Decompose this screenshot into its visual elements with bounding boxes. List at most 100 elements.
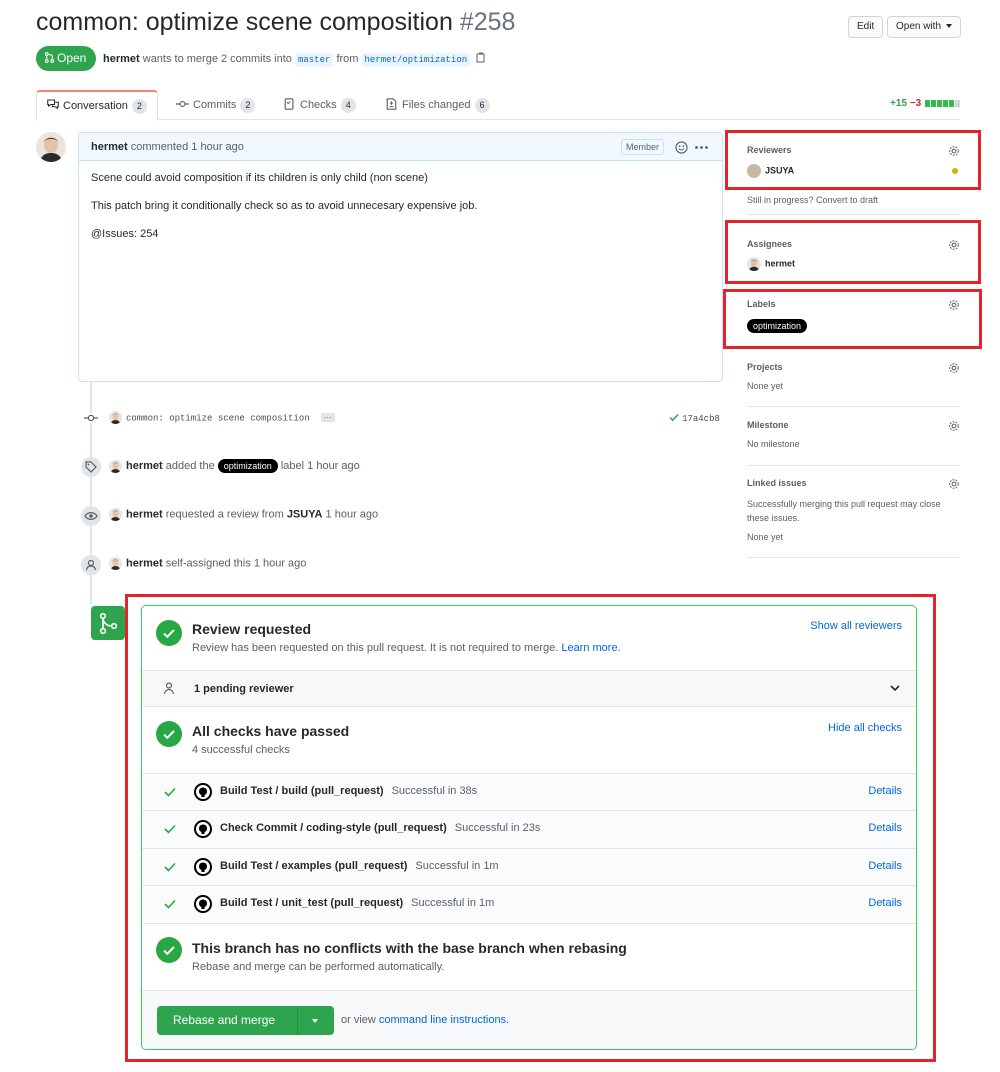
merge-button-group: Rebase and merge (157, 1006, 334, 1035)
review-requested-title: Review requested (192, 621, 312, 637)
comment-time[interactable]: 1 hour ago (191, 141, 244, 153)
pending-dot-icon (952, 168, 958, 174)
label-pill[interactable]: optimization (747, 319, 808, 333)
diffstat-block (943, 99, 948, 107)
gear-icon[interactable] (948, 420, 960, 432)
event-time[interactable]: 1 hour ago (254, 557, 307, 569)
avatar[interactable] (109, 459, 122, 473)
comment-author[interactable]: hermet (91, 141, 128, 153)
sidebar-reviewers-title[interactable]: Reviewers (747, 145, 960, 155)
sidebar-labels-title[interactable]: Labels (747, 299, 960, 309)
tab-files-changed[interactable]: Files changed 6 (386, 90, 490, 121)
assignee-row: hermet (747, 257, 960, 271)
linked-value: None yet (747, 532, 784, 542)
person-icon (163, 682, 175, 695)
copy-icon[interactable] (476, 52, 486, 63)
avatar[interactable] (109, 411, 122, 424)
learn-more-link[interactable]: Learn more. (561, 642, 620, 654)
commit-row: common: optimize scene composition ··· (109, 411, 335, 424)
merge-method-dropdown[interactable] (298, 1006, 334, 1035)
convert-to-draft-link[interactable]: Still in progress? Convert to draft (747, 195, 878, 205)
gear-icon[interactable] (948, 362, 960, 374)
check-status: Successful in 1m (411, 897, 495, 909)
gear-icon[interactable] (948, 299, 960, 311)
author-link[interactable]: hermet (103, 53, 140, 65)
assignee-name[interactable]: hermet (765, 258, 795, 268)
edit-button[interactable]: Edit (848, 16, 884, 38)
check-icon (164, 787, 176, 797)
command-line-link[interactable]: command line instructions. (379, 1014, 509, 1026)
commit-sha[interactable]: 17a4cb8 (682, 414, 720, 424)
comment-paragraph: @Issues: 254 (91, 228, 159, 240)
check-icon (164, 899, 176, 909)
check-circle-icon (156, 721, 182, 747)
commit-icon (84, 413, 98, 423)
reviewer-link[interactable]: JSUYA (287, 508, 323, 520)
gear-icon[interactable] (948, 145, 960, 157)
check-details-link[interactable]: Details (868, 785, 902, 797)
git-merge-icon (91, 606, 125, 640)
check-name: Check Commit / coding-style (pull_reques… (220, 822, 541, 834)
check-icon (164, 824, 176, 834)
actor-link[interactable]: hermet (126, 460, 163, 472)
commit-expand-button[interactable]: ··· (320, 413, 335, 422)
divider (142, 923, 916, 924)
checklist-icon (284, 98, 294, 110)
actor-link[interactable]: hermet (126, 557, 163, 569)
check-details-link[interactable]: Details (868, 822, 902, 834)
cli-instructions: or view command line instructions. (341, 1014, 510, 1026)
comment-paragraph: This patch bring it conditionally check … (91, 200, 478, 212)
avatar[interactable] (747, 257, 761, 271)
tab-commits[interactable]: Commits 2 (176, 90, 256, 121)
check-icon[interactable] (669, 413, 679, 422)
avatar[interactable] (36, 132, 66, 162)
hide-all-checks-link[interactable]: Hide all checks (828, 722, 902, 734)
open-with-button[interactable]: Open with (887, 16, 962, 38)
gear-icon[interactable] (948, 239, 960, 251)
github-actions-icon (194, 895, 212, 913)
comment-header: hermet commented 1 hour ago Member (79, 133, 722, 161)
review-requested-desc: Review has been requested on this pull r… (192, 642, 621, 654)
pr-title: common: optimize scene composition #258 (36, 8, 515, 37)
check-run-row: Build Test / unit_test (pull_request) Suc… (142, 885, 916, 922)
tab-checks[interactable]: Checks 4 (284, 90, 356, 121)
event-time[interactable]: 1 hour ago (307, 460, 360, 472)
avatar[interactable] (109, 508, 122, 521)
assign-event: hermet self-assigned this 1 hour ago (109, 557, 306, 570)
check-name: Build Test / unit_test (pull_request) Suc… (220, 897, 495, 909)
eye-icon (81, 506, 101, 526)
rebase-and-merge-button[interactable]: Rebase and merge (173, 1006, 275, 1035)
sidebar-linked-title[interactable]: Linked issues (747, 478, 960, 488)
comment-body: Scene could avoid composition if its chi… (79, 161, 722, 265)
gear-icon[interactable] (948, 478, 960, 490)
smiley-icon[interactable] (675, 141, 688, 154)
check-run-row: Check Commit / coding-style (pull_reques… (142, 810, 916, 847)
tab-conversation[interactable]: Conversation 2 (36, 90, 158, 121)
sidebar-assignees: Assignees hermet (747, 239, 960, 271)
no-conflicts-subtitle: Rebase and merge can be performed automa… (192, 961, 445, 973)
check-circle-icon (156, 937, 182, 963)
avatar[interactable] (747, 164, 761, 178)
label-pill[interactable]: optimization (217, 459, 278, 473)
sidebar-assignees-title[interactable]: Assignees (747, 239, 960, 249)
base-branch[interactable]: master (294, 53, 334, 67)
check-details-link[interactable]: Details (868, 860, 902, 872)
sidebar-milestone-title[interactable]: Milestone (747, 420, 960, 430)
sidebar-labels: Labels optimization (747, 299, 960, 335)
pending-reviewer-row[interactable]: 1 pending reviewer (142, 670, 916, 707)
no-conflicts-title: This branch has no conflicts with the ba… (192, 940, 627, 956)
commit-message[interactable]: common: optimize scene composition (126, 413, 310, 423)
chevron-down-icon[interactable] (890, 685, 900, 692)
actor-link[interactable]: hermet (126, 508, 163, 520)
sidebar-projects-title[interactable]: Projects (747, 362, 960, 372)
check-details-link[interactable]: Details (868, 897, 902, 909)
divider (747, 406, 960, 407)
reviewer-name[interactable]: JSUYA (765, 165, 794, 175)
merge-box: Review requested Review has been request… (141, 605, 917, 1050)
kebab-horizontal-icon[interactable] (695, 146, 708, 149)
avatar[interactable] (109, 557, 122, 570)
head-branch[interactable]: hermet/optimization (361, 53, 471, 67)
event-time[interactable]: 1 hour ago (326, 508, 379, 520)
show-all-reviewers-link[interactable]: Show all reviewers (810, 620, 902, 632)
diffstat-block (955, 99, 960, 107)
